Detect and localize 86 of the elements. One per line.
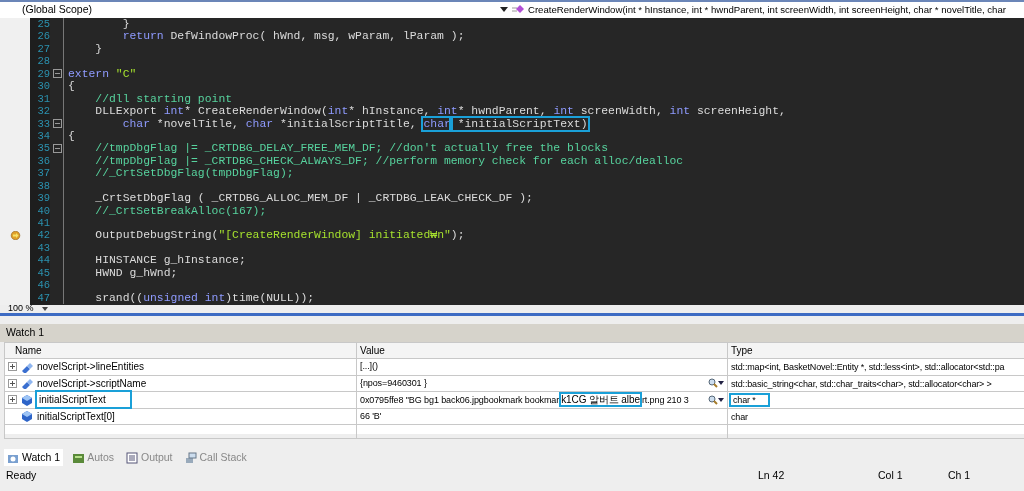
code-text: return	[121, 30, 164, 43]
code-text: {	[68, 80, 75, 93]
watch-name: initialScriptText	[37, 392, 130, 408]
line-number: 25	[36, 18, 50, 31]
watch-type: std::map<int, BasketNovel::Entity *, std::less<int>, std::allocator<std::pa	[731, 362, 1005, 372]
line-number: 27	[36, 42, 50, 56]
column-header[interactable]: Value	[356, 342, 728, 359]
code-text: "C"	[114, 67, 137, 81]
panel-title: Watch 1	[0, 324, 1024, 342]
line-number: 44	[36, 254, 50, 267]
code-text: screenHeight,	[695, 105, 786, 118]
line-number: 42	[36, 229, 50, 242]
watch-value: [...]()	[360, 360, 379, 373]
line-number: 45	[36, 266, 50, 280]
code-text: }	[121, 18, 130, 31]
code-text: int	[327, 105, 349, 118]
watch-value: {npos=9460301 }	[360, 376, 428, 390]
code-text: int	[163, 105, 185, 118]
line-number: 36	[36, 154, 50, 168]
line-number: 41	[36, 217, 50, 230]
watch-name: initialScriptText[0]	[37, 409, 115, 424]
code-text: //_CrtSetBreakAlloc(167);	[94, 204, 267, 217]
code-text: unsigned int	[143, 291, 226, 305]
code-text: //_CrtSetDbgFlag(tmpDbgFlag);	[94, 167, 294, 180]
code-text: _CrtSetDbgFlag ( _CRTDBG_ALLOC_MEM_DF | _CRTDBG_LEAK_CHECK_DF );	[94, 192, 533, 205]
status-message: Ready	[6, 468, 38, 484]
code-text: HWND g_hWnd;	[94, 266, 178, 280]
watch-type: std::basic_string<char, std::char_traits<char>, std::allocator<char> >	[731, 378, 992, 389]
watch-value: 66 'B'	[360, 409, 383, 423]
status-character: Ch 1	[948, 468, 972, 484]
scope-dropdown[interactable]: (Global Scope)	[0, 2, 500, 18]
line-number: 28	[36, 55, 50, 68]
code-text: *initialScriptTitle,	[278, 117, 418, 130]
code-text: int	[553, 105, 574, 118]
line-number: 47	[36, 291, 50, 305]
line-number: 32	[36, 105, 50, 118]
watch-type: char	[731, 411, 748, 422]
code-text: //tmpDbgFlag |= _CRTDBG_DELAY_FREE_MEM_DF; //don't actually free the blocks	[94, 142, 608, 155]
code-text: HINSTANCE g_hInstance;	[94, 254, 246, 267]
code-text: DLLExport	[94, 105, 158, 118]
line-number: 26	[36, 30, 50, 43]
code-text: int	[669, 105, 691, 118]
line-number: 33	[36, 117, 50, 130]
code-text: char	[245, 117, 274, 130]
code-text: * hInstance,	[348, 105, 432, 118]
code-text: *initialScriptText)	[450, 117, 588, 130]
panel-tab[interactable]: Watch 1	[4, 448, 64, 467]
code-text: //tmpDbgFlag |= _CRTDBG_CHECK_ALWAYS_DF; //perform memory check for each alloc/dealloc	[94, 154, 684, 168]
line-number: 46	[36, 279, 50, 292]
line-number: 30	[36, 80, 50, 93]
watch-value: 0x0795ffe8 "BG bg1 back06.jpgbookmark bookmar k1CG 알버트 albe rt.png 210 3	[360, 392, 690, 408]
column-header[interactable]: Name	[4, 342, 357, 359]
code-text: )time(NULL));	[225, 291, 315, 305]
watch-name: novelScript->lineEntities	[37, 360, 144, 375]
line-number: 34	[36, 129, 50, 143]
code-text: *novelTitle,	[155, 117, 240, 130]
line-number: 38	[36, 179, 50, 193]
line-number: 39	[36, 192, 50, 205]
code-text: char	[423, 117, 451, 130]
status-line: Ln 42	[758, 468, 786, 484]
code-text: char	[121, 117, 151, 130]
status-column: Col 1	[878, 468, 948, 484]
zoom-level[interactable]: 100 %	[8, 302, 34, 316]
member-dropdown[interactable]: CreateRenderWindow(int * hInstance, int * hwndParent, int screenWidth, int screenHeight, char * novelTitle, char	[528, 2, 1006, 18]
line-number: 37	[36, 167, 50, 180]
code-text: "[CreateRenderWindow] initiated₩n"	[218, 229, 451, 242]
line-number: 35	[36, 142, 50, 155]
code-text: int	[437, 105, 458, 118]
line-number: 29	[36, 67, 50, 81]
code-text: srand((	[94, 291, 144, 305]
code-text: OutputDebugString(	[94, 229, 219, 242]
code-text: }	[94, 42, 103, 56]
line-number: 40	[36, 204, 50, 217]
code-text: );	[450, 229, 465, 242]
code-text: DefWindowProc( hWnd, msg, wParam, lParam );	[169, 30, 465, 43]
watch-name: novelScript->scriptName	[37, 376, 147, 391]
code-text: screenWidth,	[579, 105, 664, 118]
column-header[interactable]: Type	[727, 342, 1024, 359]
code-text: * hwndParent,	[457, 105, 548, 118]
code-text: {	[68, 129, 75, 143]
watch-type: char *	[731, 395, 768, 405]
line-number: 43	[36, 241, 50, 255]
line-number: 31	[36, 92, 50, 106]
code-text: extern	[68, 67, 109, 81]
code-text: * CreateRenderWindow(	[184, 105, 328, 118]
code-text: //dll starting point	[94, 92, 233, 106]
